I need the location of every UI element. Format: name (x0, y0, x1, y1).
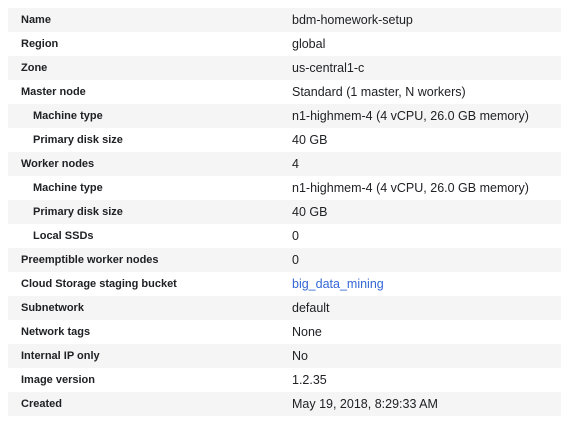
detail-row-master-machine-type: Machine type n1-highmem-4 (4 vCPU, 26.0 … (8, 104, 561, 128)
detail-value: n1-highmem-4 (4 vCPU, 26.0 GB memory) (292, 109, 529, 123)
detail-label: Image version (21, 374, 95, 386)
detail-row-worker-nodes: Worker nodes 4 (8, 152, 561, 176)
detail-row-created: Created May 19, 2018, 8:29:33 AM (8, 392, 561, 416)
detail-row-zone: Zone us-central1-c (8, 56, 561, 80)
detail-row-network-tags: Network tags None (8, 320, 561, 344)
staging-bucket-link[interactable]: big_data_mining (292, 277, 384, 291)
detail-label: Internal IP only (21, 350, 100, 362)
detail-value: default (292, 301, 330, 315)
detail-value: 4 (292, 157, 299, 171)
detail-value: 40 GB (292, 133, 328, 147)
detail-value: Standard (1 master, N workers) (292, 85, 466, 99)
detail-row-worker-machine-type: Machine type n1-highmem-4 (4 vCPU, 26.0 … (8, 176, 561, 200)
detail-label: Cloud Storage staging bucket (21, 278, 177, 290)
detail-value: None (292, 325, 322, 339)
detail-label: Subnetwork (21, 302, 84, 314)
detail-row-internal-ip: Internal IP only No (8, 344, 561, 368)
detail-row-preemptible-workers: Preemptible worker nodes 0 (8, 248, 561, 272)
detail-row-subnetwork: Subnetwork default (8, 296, 561, 320)
detail-label: Local SSDs (33, 230, 94, 242)
detail-value: 1.2.35 (292, 373, 327, 387)
detail-value: bdm-homework-setup (292, 13, 413, 27)
detail-row-worker-disk-size: Primary disk size 40 GB (8, 200, 561, 224)
detail-label: Machine type (33, 110, 103, 122)
detail-value: global (292, 37, 326, 51)
detail-label: Preemptible worker nodes (21, 254, 159, 266)
detail-label: Created (21, 398, 62, 410)
cluster-details-table: Name bdm-homework-setup Region global Zo… (8, 8, 561, 416)
detail-value: May 19, 2018, 8:29:33 AM (292, 397, 438, 411)
detail-label: Worker nodes (21, 158, 95, 170)
detail-label: Machine type (33, 182, 103, 194)
detail-value: No (292, 349, 308, 363)
detail-row-region: Region global (8, 32, 561, 56)
detail-row-master-node: Master node Standard (1 master, N worker… (8, 80, 561, 104)
detail-row-image-version: Image version 1.2.35 (8, 368, 561, 392)
detail-row-master-disk-size: Primary disk size 40 GB (8, 128, 561, 152)
detail-label: Primary disk size (33, 134, 123, 146)
detail-value: 40 GB (292, 205, 328, 219)
detail-label: Network tags (21, 326, 91, 338)
detail-label: Zone (21, 62, 48, 74)
detail-value: n1-highmem-4 (4 vCPU, 26.0 GB memory) (292, 181, 529, 195)
detail-label: Name (21, 14, 51, 26)
detail-label: Region (21, 38, 59, 50)
detail-value: us-central1-c (292, 61, 365, 75)
detail-value: 0 (292, 253, 299, 267)
detail-row-name: Name bdm-homework-setup (8, 8, 561, 32)
detail-row-local-ssds: Local SSDs 0 (8, 224, 561, 248)
detail-label: Master node (21, 86, 86, 98)
detail-label: Primary disk size (33, 206, 123, 218)
detail-value: 0 (292, 229, 299, 243)
detail-row-staging-bucket: Cloud Storage staging bucket big_data_mi… (8, 272, 561, 296)
